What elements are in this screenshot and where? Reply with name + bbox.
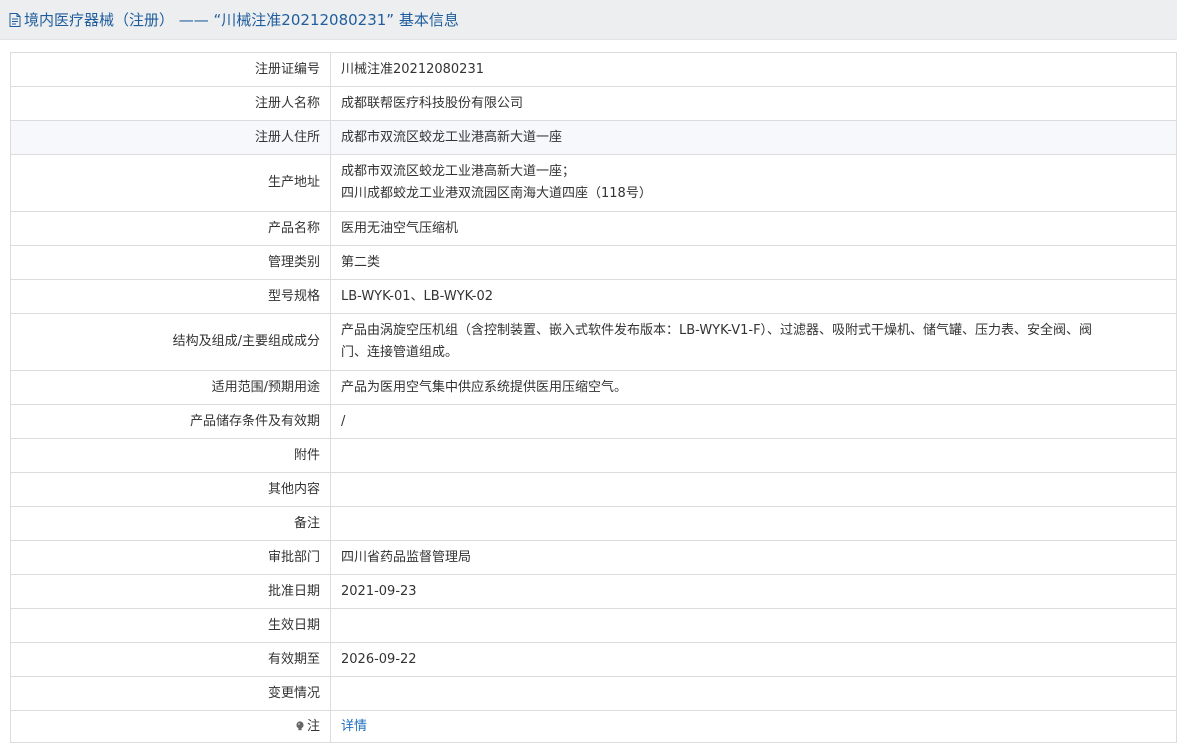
row-label: 注	[306, 718, 320, 734]
note-label-cell: 注	[10, 710, 331, 743]
table-row: 注 详情	[10, 710, 1177, 743]
row-label: 生效日期	[10, 608, 331, 643]
row-value: 成都联帮医疗科技股份有限公司	[330, 86, 1177, 121]
value-line: 四川成都蛟龙工业港双流园区南海大道四座（118号）	[341, 186, 652, 201]
table-row: 结构及组成/主要组成成分 产品由涡旋空压机组（含控制装置、嵌入式软件发布版本：L…	[10, 313, 1177, 371]
value-line: 产品由涡旋空压机组（含控制装置、嵌入式软件发布版本：LB-WYK-V1-F）、过…	[341, 323, 1093, 338]
detail-table: 注册证编号 川械注准20212080231 注册人名称 成都联帮医疗科技股份有限…	[10, 52, 1177, 743]
document-icon	[9, 12, 21, 27]
table-row: 审批部门 四川省药品监督管理局	[10, 540, 1177, 575]
table-row: 产品储存条件及有效期 /	[10, 404, 1177, 439]
row-value: 2026-09-22	[330, 642, 1177, 677]
row-label: 生产地址	[10, 154, 331, 212]
table-row: 生产地址 成都市双流区蛟龙工业港高新大道一座； 四川成都蛟龙工业港双流园区南海大…	[10, 154, 1177, 212]
row-value	[330, 506, 1177, 541]
row-value	[330, 438, 1177, 473]
row-value: 2021-09-23	[330, 574, 1177, 609]
row-label: 注册人住所	[10, 120, 331, 155]
table-row: 批准日期 2021-09-23	[10, 574, 1177, 609]
row-value: 第二类	[330, 245, 1177, 280]
table-row: 生效日期	[10, 608, 1177, 643]
table-row: 备注	[10, 506, 1177, 541]
row-label: 附件	[10, 438, 331, 473]
table-row: 型号规格 LB-WYK-01、LB-WYK-02	[10, 279, 1177, 314]
page-title-bar: 境内医疗器械（注册） —— “川械注准20212080231” 基本信息	[0, 0, 1177, 40]
bulb-icon	[295, 720, 305, 731]
row-label: 适用范围/预期用途	[10, 370, 331, 405]
row-value: 川械注准20212080231	[330, 52, 1177, 87]
row-label: 有效期至	[10, 642, 331, 677]
row-label: 注册人名称	[10, 86, 331, 121]
row-value	[330, 608, 1177, 643]
table-row: 其他内容	[10, 472, 1177, 507]
row-label: 型号规格	[10, 279, 331, 314]
row-value: 医用无油空气压缩机	[330, 211, 1177, 246]
row-value: /	[330, 404, 1177, 439]
row-label: 注册证编号	[10, 52, 331, 87]
table-row: 有效期至 2026-09-22	[10, 642, 1177, 677]
table-row: 适用范围/预期用途 产品为医用空气集中供应系统提供医用压缩空气。	[10, 370, 1177, 405]
table-row: 注册人住所 成都市双流区蛟龙工业港高新大道一座	[10, 120, 1177, 155]
row-value: 四川省药品监督管理局	[330, 540, 1177, 575]
table-row: 产品名称 医用无油空气压缩机	[10, 211, 1177, 246]
row-value: 成都市双流区蛟龙工业港高新大道一座	[330, 120, 1177, 155]
row-value	[330, 472, 1177, 507]
row-label: 产品储存条件及有效期	[10, 404, 331, 439]
row-label: 产品名称	[10, 211, 331, 246]
value-line: 成都市双流区蛟龙工业港高新大道一座；	[341, 164, 576, 179]
table-row: 管理类别 第二类	[10, 245, 1177, 280]
table-row: 变更情况	[10, 676, 1177, 711]
row-label: 管理类别	[10, 245, 331, 280]
row-value: LB-WYK-01、LB-WYK-02	[330, 279, 1177, 314]
row-label: 变更情况	[10, 676, 331, 711]
value-line: 门、连接管道组成。	[341, 345, 459, 360]
row-value: 详情	[330, 710, 1177, 743]
row-label: 批准日期	[10, 574, 331, 609]
page-title: 境内医疗器械（注册） —— “川械注准20212080231” 基本信息	[24, 11, 459, 29]
row-value: 产品由涡旋空压机组（含控制装置、嵌入式软件发布版本：LB-WYK-V1-F）、过…	[330, 313, 1177, 371]
row-value: 产品为医用空气集中供应系统提供医用压缩空气。	[330, 370, 1177, 405]
table-row: 注册证编号 川械注准20212080231	[10, 52, 1177, 87]
row-label: 备注	[10, 506, 331, 541]
row-label: 其他内容	[10, 472, 331, 507]
row-label: 结构及组成/主要组成成分	[10, 313, 331, 371]
table-row: 注册人名称 成都联帮医疗科技股份有限公司	[10, 86, 1177, 121]
row-label: 审批部门	[10, 540, 331, 575]
row-value: 成都市双流区蛟龙工业港高新大道一座； 四川成都蛟龙工业港双流园区南海大道四座（1…	[330, 154, 1177, 212]
details-link[interactable]: 详情	[341, 719, 367, 734]
table-row: 附件	[10, 438, 1177, 473]
row-value	[330, 676, 1177, 711]
